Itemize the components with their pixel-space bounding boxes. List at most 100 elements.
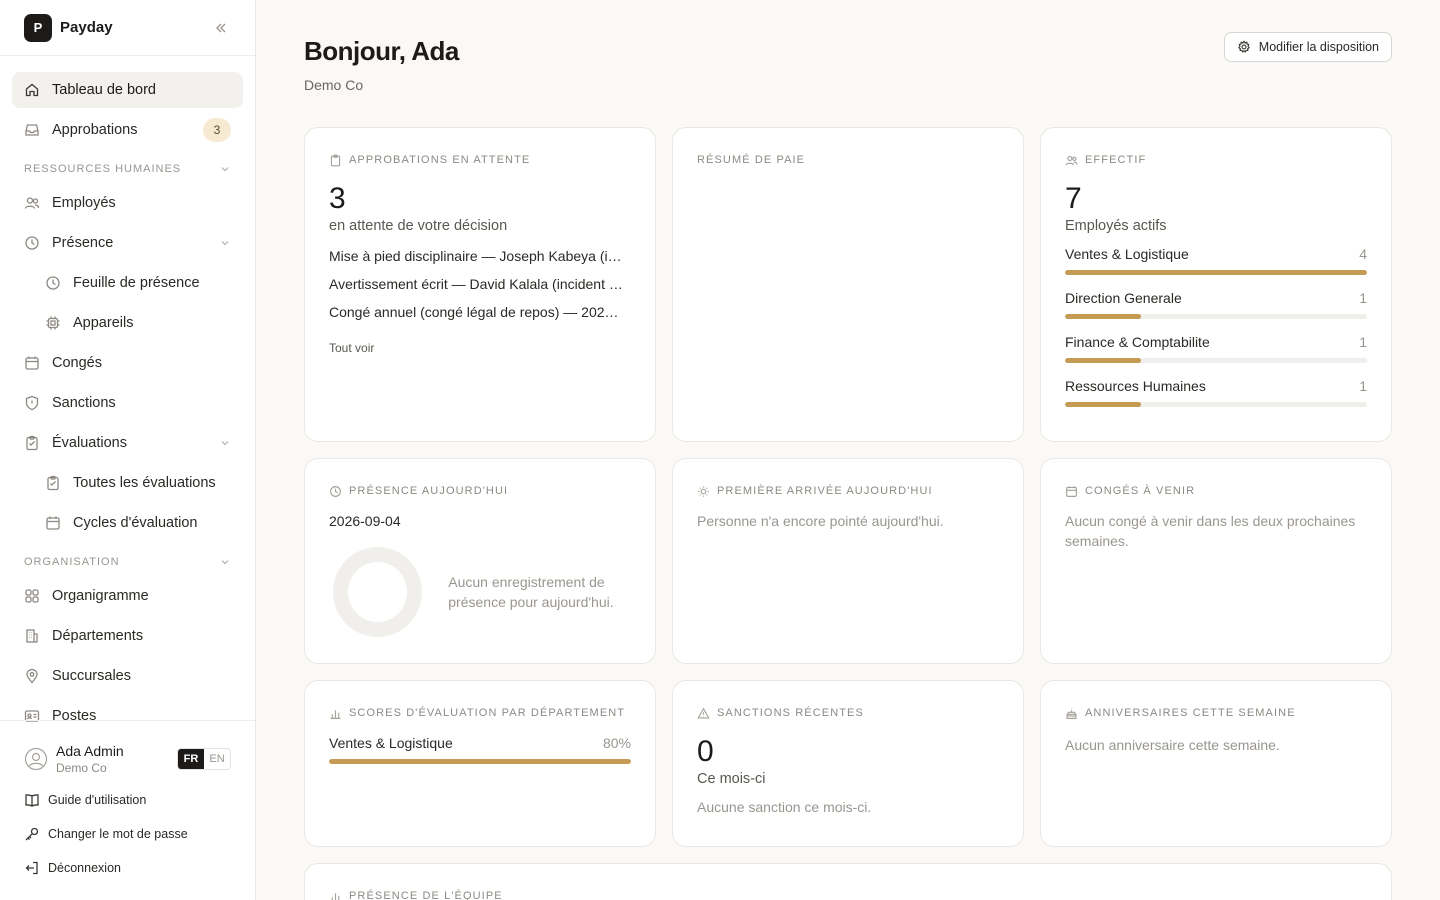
chevron-down-icon: [219, 556, 231, 568]
bar-label: Ventes & Logistique: [329, 735, 453, 751]
nav-item-timesheet[interactable]: Feuille de présence: [12, 265, 243, 301]
nav-label-sanctions: Sanctions: [52, 395, 116, 411]
nav-item-all-evaluations[interactable]: Toutes les évaluations: [12, 465, 243, 501]
logout-icon: [24, 860, 40, 876]
card-title: SCORES D'ÉVALUATION PAR DÉPARTEMENT: [329, 705, 631, 721]
brand-logo: P: [24, 13, 52, 42]
section-org-label: ORGANISATION: [24, 556, 120, 568]
first-arrival-card: PREMIÈRE ARRIVÉE AUJOURD'HUI Personne n'…: [672, 458, 1024, 664]
bar-fill: [1065, 358, 1141, 363]
collapse-sidebar-icon[interactable]: [211, 18, 231, 38]
users-icon: [1065, 154, 1078, 167]
card-title-label: RÉSUMÉ DE PAIE: [697, 154, 806, 166]
bar-fill: [329, 759, 631, 764]
nav-item-presence[interactable]: Présence: [12, 225, 243, 261]
card-title: CONGÉS À VENIR: [1065, 483, 1367, 499]
bar-row: Ventes & Logistique 4: [1065, 246, 1367, 275]
bar-head: Finance & Comptabilite 1: [1065, 334, 1367, 354]
pending-subtitle: en attente de votre décision: [329, 218, 508, 234]
change-password-label: Changer le mot de passe: [48, 827, 188, 841]
user-name: Ada Admin: [56, 743, 124, 759]
nav-item-dashboard[interactable]: Tableau de bord: [12, 72, 243, 108]
gear-icon: [1237, 40, 1251, 54]
clock-icon: [329, 485, 342, 498]
nav-label-evaluations: Évaluations: [52, 435, 127, 451]
bar-row: Finance & Comptabilite 1: [1065, 334, 1367, 363]
nav-label-branches: Succursales: [52, 668, 131, 684]
nav-label-dashboard: Tableau de bord: [52, 82, 156, 98]
bar-value: 1: [1359, 334, 1367, 350]
card-title: RÉSUMÉ DE PAIE: [697, 152, 999, 168]
section-org[interactable]: ORGANISATION: [12, 551, 243, 573]
nav-item-approvals[interactable]: Approbations 3: [12, 112, 243, 148]
card-title: PRÉSENCE AUJOURD'HUI: [329, 483, 631, 499]
presence-date: 2026-09-04: [329, 513, 401, 529]
card-title-label: SCORES D'ÉVALUATION PAR DÉPARTEMENT: [349, 707, 626, 719]
bar-head: Ventes & Logistique 4: [1065, 246, 1367, 266]
nav-label-all-evaluations: Toutes les évaluations: [73, 475, 216, 491]
payroll-summary-card: RÉSUMÉ DE PAIE: [672, 127, 1024, 442]
bar-value: 80%: [602, 735, 631, 751]
card-title-label: PRÉSENCE DE L'ÉQUIPE: [349, 890, 503, 900]
section-hr[interactable]: RESSOURCES HUMAINES: [12, 158, 243, 180]
nav-item-leave[interactable]: Congés: [12, 345, 243, 381]
main-content: Bonjour, Ada Demo Co Modifier la disposi…: [256, 0, 1440, 900]
presence-today-card: PRÉSENCE AUJOURD'HUI 2026-09-04 Aucun en…: [304, 458, 656, 664]
user-profile[interactable]: Ada Admin Demo Co FR EN: [24, 737, 231, 781]
edit-layout-button[interactable]: Modifier la disposition: [1223, 32, 1392, 62]
nav-item-departments[interactable]: Départements: [12, 618, 243, 654]
nav-item-evaluation-cycles[interactable]: Cycles d'évaluation: [12, 505, 243, 541]
headcount-card: EFFECTIF 7 Employés actifs Ventes & Logi…: [1040, 127, 1392, 442]
change-password-link[interactable]: Changer le mot de passe: [24, 817, 231, 851]
nav-label-leave: Congés: [52, 355, 102, 371]
pending-item[interactable]: Avertissement écrit — David Kalala (inci…: [329, 276, 631, 295]
upcoming-leave-empty-message: Aucun congé à venir dans les deux procha…: [1065, 513, 1356, 549]
nav-item-branches[interactable]: Succursales: [12, 658, 243, 694]
language-switcher: FR EN: [177, 748, 231, 770]
bar-track: [329, 759, 631, 764]
nav-item-devices[interactable]: Appareils: [12, 305, 243, 341]
headcount-subtitle: Employés actifs: [1065, 218, 1167, 234]
main-nav: Tableau de bord Approbations 3 RESSOURCE…: [0, 56, 255, 734]
clipboard-icon: [45, 475, 61, 491]
lang-fr-button[interactable]: FR: [178, 749, 204, 769]
lang-en-button[interactable]: EN: [204, 749, 230, 769]
nav-label-devices: Appareils: [73, 315, 134, 331]
chip-icon: [45, 315, 61, 331]
warning-icon: [697, 706, 710, 720]
presence-empty-message: Aucun enregistrement de présence pour au…: [448, 574, 614, 610]
bar-label: Direction Generale: [1065, 290, 1182, 306]
birthdays-card: ANNIVERSAIRES CETTE SEMAINE Aucun annive…: [1040, 680, 1392, 847]
first-arrival-empty-message: Personne n'a encore pointé aujourd'hui.: [697, 513, 944, 529]
shield-icon: [24, 395, 40, 411]
pending-item[interactable]: Mise à pied disciplinaire — Joseph Kabey…: [329, 248, 631, 267]
edit-layout-label: Modifier la disposition: [1258, 40, 1379, 54]
chevron-down-icon: [219, 437, 231, 449]
team-presence-card: PRÉSENCE DE L'ÉQUIPE: [304, 863, 1392, 900]
nav-item-employees[interactable]: Employés: [12, 185, 243, 221]
bar-value: 1: [1359, 290, 1367, 306]
nav-item-org-chart[interactable]: Organigramme: [12, 578, 243, 614]
calendar-icon: [45, 515, 61, 531]
nav-label-timesheet: Feuille de présence: [73, 275, 200, 291]
guide-link[interactable]: Guide d'utilisation: [24, 783, 231, 817]
pending-item[interactable]: Congé annuel (congé légal de repos) — 20…: [329, 304, 631, 323]
nav-item-sanctions[interactable]: Sanctions: [12, 385, 243, 421]
brand: P Payday: [0, 0, 255, 56]
bar-row: Ressources Humaines 1: [1065, 378, 1367, 407]
nav-label-departments: Départements: [52, 628, 144, 644]
bar-row: Direction Generale 1: [1065, 290, 1367, 319]
logout-label: Déconnexion: [48, 861, 121, 875]
evaluation-scores-card: SCORES D'ÉVALUATION PAR DÉPARTEMENT Vent…: [304, 680, 656, 847]
nav-item-evaluations[interactable]: Évaluations: [12, 425, 243, 461]
card-title: EFFECTIF: [1065, 152, 1367, 168]
sun-icon: [697, 485, 710, 498]
bar-fill: [1065, 270, 1367, 275]
card-title: PREMIÈRE ARRIVÉE AUJOURD'HUI: [697, 483, 999, 499]
view-all-link[interactable]: Tout voir: [329, 341, 631, 355]
bar-head: Ventes & Logistique 80%: [329, 735, 631, 755]
bar-head: Ressources Humaines 1: [1065, 378, 1367, 398]
logout-link[interactable]: Déconnexion: [24, 851, 231, 885]
nav-label-evaluation-cycles: Cycles d'évaluation: [73, 515, 198, 531]
bar-row: Ventes & Logistique 80%: [329, 735, 631, 764]
